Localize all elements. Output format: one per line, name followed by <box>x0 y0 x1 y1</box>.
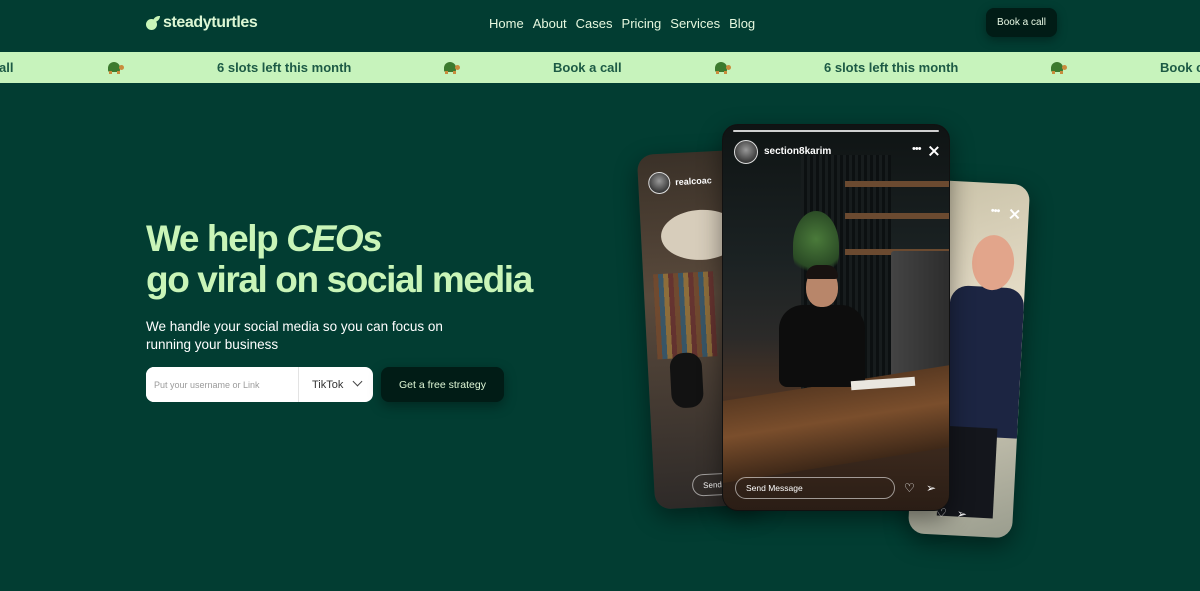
send-message-field[interactable]: Send Message <box>735 477 895 499</box>
announcement-ticker: all 6 slots left this month Book a call … <box>0 52 1200 83</box>
turtle-logo-icon <box>146 16 160 30</box>
story-photo <box>943 284 1025 439</box>
nav-links: Home About Cases Pricing Services Blog <box>489 16 755 31</box>
hero-heading-prefix: We help <box>146 218 287 259</box>
hero-heading-highlight: CEOs <box>286 218 383 259</box>
turtle-icon <box>442 61 460 75</box>
story-card-main[interactable]: section8karim ••• Send Message ♡ ➢ <box>722 124 950 511</box>
story-progress-bar <box>733 130 939 132</box>
avatar <box>734 140 758 164</box>
nav-link-about[interactable]: About <box>533 16 567 31</box>
close-icon[interactable] <box>1008 208 1021 221</box>
ticker-text: 6 slots left this month <box>824 60 959 75</box>
platform-select-value: TikTok <box>312 378 344 391</box>
person-hair-image <box>806 265 838 279</box>
microphone-image <box>669 352 705 409</box>
nav-link-home[interactable]: Home <box>489 16 524 31</box>
heart-icon[interactable]: ♡ <box>904 482 915 494</box>
username-form: TikTok <box>146 367 373 402</box>
turtle-icon <box>106 61 124 75</box>
username-input[interactable] <box>146 367 298 402</box>
person-image <box>970 234 1016 292</box>
more-options-icon[interactable]: ••• <box>990 205 999 217</box>
book-call-button[interactable]: Book a call <box>986 8 1057 37</box>
chevron-down-icon <box>352 376 363 387</box>
story-username: section8karim <box>764 146 832 157</box>
hero-heading: We help CEOs go viral on social media <box>146 218 533 300</box>
platform-select[interactable]: TikTok <box>298 367 373 402</box>
top-navigation: steadyturtles Home About Cases Pricing S… <box>0 0 1200 50</box>
close-icon[interactable] <box>928 145 940 157</box>
nav-link-cases[interactable]: Cases <box>576 16 613 31</box>
get-strategy-button[interactable]: Get a free strategy <box>381 367 504 402</box>
send-icon[interactable]: ➢ <box>957 507 968 522</box>
nav-link-pricing[interactable]: Pricing <box>622 16 662 31</box>
shelf-image <box>845 213 949 219</box>
more-options-icon[interactable]: ••• <box>912 143 922 155</box>
nav-link-blog[interactable]: Blog <box>729 16 755 31</box>
avatar <box>647 171 671 195</box>
ticker-text: Book c <box>1160 60 1200 75</box>
hero-subtitle: We handle your social media so you can f… <box>146 319 443 352</box>
send-icon[interactable]: ➢ <box>926 482 936 494</box>
nav-link-services[interactable]: Services <box>670 16 720 31</box>
ticker-text: 6 slots left this month <box>217 60 352 75</box>
bookshelf-image <box>653 271 718 360</box>
turtle-icon <box>1049 61 1067 75</box>
shelf-image <box>845 181 949 187</box>
story-username: realcoac <box>674 175 712 188</box>
hero-heading-line2: go viral on social media <box>146 259 533 300</box>
person-image <box>779 305 865 387</box>
brand-logo[interactable]: steadyturtles <box>146 14 258 32</box>
monitor-image <box>891 251 949 379</box>
turtle-icon <box>713 61 731 75</box>
ticker-text: Book a call <box>553 60 622 75</box>
brand-name: steadyturtles <box>163 14 258 31</box>
ticker-text: all <box>0 60 14 75</box>
